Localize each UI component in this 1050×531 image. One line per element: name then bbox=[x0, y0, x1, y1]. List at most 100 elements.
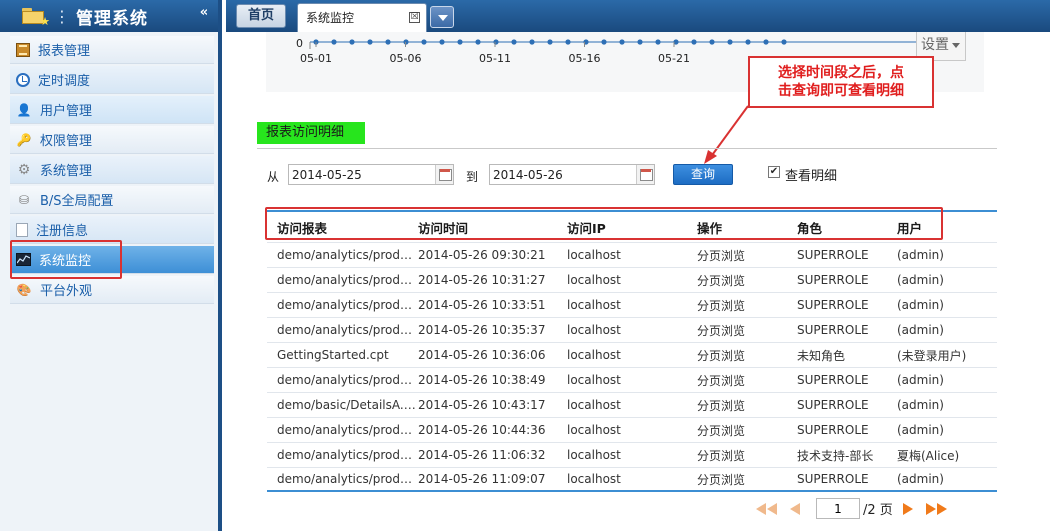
cell-ip: localhost bbox=[567, 398, 621, 412]
chart-x-labels: 05-01 05-06 05-11 05-16 05-21 bbox=[300, 42, 690, 65]
chart-point bbox=[511, 39, 517, 45]
chart-point bbox=[781, 39, 787, 45]
sidebar-item-report-management[interactable]: 报表管理 bbox=[10, 36, 214, 64]
next-page-icon[interactable] bbox=[902, 503, 914, 515]
cell-role: SUPERROLE bbox=[797, 373, 869, 387]
sidebar-item-label: 权限管理 bbox=[40, 134, 93, 149]
chart-point bbox=[457, 39, 463, 45]
table-row[interactable]: demo/basic/DetailsA.cpt 2014-05-26 10:43:… bbox=[267, 392, 997, 417]
sidebar-item-system-management[interactable]: ⚙ 系统管理 bbox=[10, 156, 214, 184]
tab-home[interactable]: 首页 bbox=[236, 4, 286, 28]
sidebar-item-bs-global-config[interactable]: ⛁ B/S全局配置 bbox=[10, 186, 214, 214]
tab-system-monitor[interactable]: 系统监控 ☒ bbox=[297, 3, 427, 32]
sidebar-item-label: 定时调度 bbox=[38, 74, 91, 89]
chart-point bbox=[385, 39, 391, 45]
last-page-icon[interactable] bbox=[926, 503, 948, 515]
query-button[interactable]: 查询 bbox=[673, 164, 733, 185]
close-tab-icon[interactable]: ☒ bbox=[409, 12, 420, 23]
cell-ip: localhost bbox=[567, 423, 621, 437]
to-label: 到 bbox=[466, 170, 479, 184]
cell-action: 分页浏览 bbox=[697, 423, 746, 438]
cell-role: SUPERROLE bbox=[797, 298, 869, 312]
chart-x-label: 05-01 bbox=[300, 52, 332, 65]
view-detail-checkbox[interactable]: ✔ bbox=[768, 166, 780, 178]
cell-user: (admin) bbox=[897, 423, 944, 437]
cell-time: 2014-05-26 11:06:32 bbox=[418, 448, 546, 462]
chart-point bbox=[655, 39, 661, 45]
access-detail-table: 访问报表 访问时间 访问IP 操作 角色 用户 demo/analytics/p… bbox=[267, 210, 997, 492]
cell-action: 分页浏览 bbox=[697, 448, 746, 463]
page-number-input[interactable] bbox=[816, 498, 860, 519]
table-row[interactable]: demo/analytics/product... 2014-05-26 10:4… bbox=[267, 417, 997, 442]
table-row[interactable]: demo/analytics/product... 2014-05-26 11:0… bbox=[267, 467, 997, 492]
clock-icon bbox=[16, 72, 30, 87]
cell-user: (admin) bbox=[897, 273, 944, 287]
table-row[interactable]: demo/analytics/product... 2014-05-26 10:3… bbox=[267, 367, 997, 392]
from-label: 从 bbox=[267, 170, 280, 184]
caret-down-icon bbox=[952, 42, 960, 48]
chart-point bbox=[547, 39, 553, 45]
callout-arrow-icon bbox=[704, 105, 749, 164]
cell-ip: localhost bbox=[567, 273, 621, 287]
from-date-input[interactable] bbox=[288, 164, 454, 185]
chart-point bbox=[691, 39, 697, 45]
calendar-icon[interactable] bbox=[435, 165, 453, 184]
sidebar-item-appearance[interactable]: 🎨 平台外观 bbox=[10, 276, 214, 304]
cell-report: demo/analytics/product... bbox=[277, 448, 417, 462]
tab-label: 系统监控 bbox=[306, 11, 355, 25]
chart-point bbox=[529, 39, 535, 45]
cell-user: (admin) bbox=[897, 298, 944, 312]
calendar-icon[interactable] bbox=[636, 165, 654, 184]
sidebar-header: ★ ⋮ 管理系统 « bbox=[0, 0, 218, 32]
sidebar-title: 管理系统 bbox=[76, 8, 148, 29]
sidebar-item-user-management[interactable]: 👤 用户管理 bbox=[10, 96, 214, 124]
table-row[interactable]: demo/analytics/product... 2014-05-26 10:3… bbox=[267, 292, 997, 317]
cell-time: 2014-05-26 10:31:27 bbox=[418, 273, 546, 287]
folder-star-icon: ★ bbox=[22, 8, 50, 27]
table-row[interactable]: demo/analytics/product... 2014-05-26 10:3… bbox=[267, 317, 997, 342]
sidebar-item-permissions[interactable]: 🔑 权限管理 bbox=[10, 126, 214, 154]
sidebar-highlight-box bbox=[10, 240, 122, 279]
drag-handle-icon: ⋮ bbox=[54, 6, 70, 26]
cell-action: 分页浏览 bbox=[697, 373, 746, 388]
table-row[interactable]: demo/analytics/product... 2014-05-26 11:0… bbox=[267, 442, 997, 467]
sidebar-item-scheduling[interactable]: 定时调度 bbox=[10, 66, 214, 94]
cell-user: (admin) bbox=[897, 373, 944, 387]
cell-role: SUPERROLE bbox=[797, 472, 869, 486]
cell-user: (admin) bbox=[897, 248, 944, 262]
cell-role: SUPERROLE bbox=[797, 423, 869, 437]
tab-dropdown-button[interactable] bbox=[430, 6, 454, 28]
cell-action: 分页浏览 bbox=[697, 472, 746, 487]
cell-role: 技术支持-部长 bbox=[797, 448, 874, 463]
y-zero-label: 0 bbox=[296, 37, 303, 50]
cell-ip: localhost bbox=[567, 472, 621, 486]
collapse-sidebar-button[interactable]: « bbox=[196, 6, 212, 22]
cell-time: 2014-05-26 10:44:36 bbox=[418, 423, 546, 437]
gear-icon: ⚙ bbox=[17, 161, 31, 178]
table-row[interactable]: demo/analytics/product... 2014-05-26 09:3… bbox=[267, 242, 997, 267]
table-row[interactable]: demo/analytics/product... 2014-05-26 10:3… bbox=[267, 267, 997, 292]
chart-point bbox=[745, 39, 751, 45]
table-row[interactable]: GettingStarted.cpt 2014-05-26 10:36:06 loc… bbox=[267, 342, 997, 367]
cell-time: 2014-05-26 10:35:37 bbox=[418, 323, 546, 337]
callout-line-2: 击查询即可查看明细 bbox=[778, 83, 904, 99]
chart-point bbox=[709, 39, 715, 45]
callout-line-1: 选择时间段之后，点 bbox=[778, 65, 904, 81]
cell-action: 分页浏览 bbox=[697, 348, 746, 363]
cell-user: 夏梅(Alice) bbox=[897, 448, 960, 463]
settings-label: 设置 bbox=[921, 37, 949, 53]
cell-report: demo/analytics/product... bbox=[277, 373, 417, 387]
document-icon bbox=[16, 222, 28, 237]
chart-point bbox=[367, 39, 373, 45]
cell-report: GettingStarted.cpt bbox=[277, 348, 389, 362]
palette-icon: 🎨 bbox=[16, 282, 32, 297]
sidebar: ★ ⋮ 管理系统 « 报表管理 定时调度 👤 用户管理 🔑 权限管理 ⚙ 系统管… bbox=[0, 0, 222, 531]
chart-point bbox=[601, 39, 607, 45]
report-icon bbox=[16, 42, 30, 57]
sidebar-item-label: 用户管理 bbox=[40, 104, 93, 119]
first-page-icon[interactable] bbox=[756, 503, 778, 515]
cell-ip: localhost bbox=[567, 248, 621, 262]
to-date-input[interactable] bbox=[489, 164, 655, 185]
cell-user: (未登录用户) bbox=[897, 348, 967, 363]
prev-page-icon[interactable] bbox=[789, 503, 801, 515]
